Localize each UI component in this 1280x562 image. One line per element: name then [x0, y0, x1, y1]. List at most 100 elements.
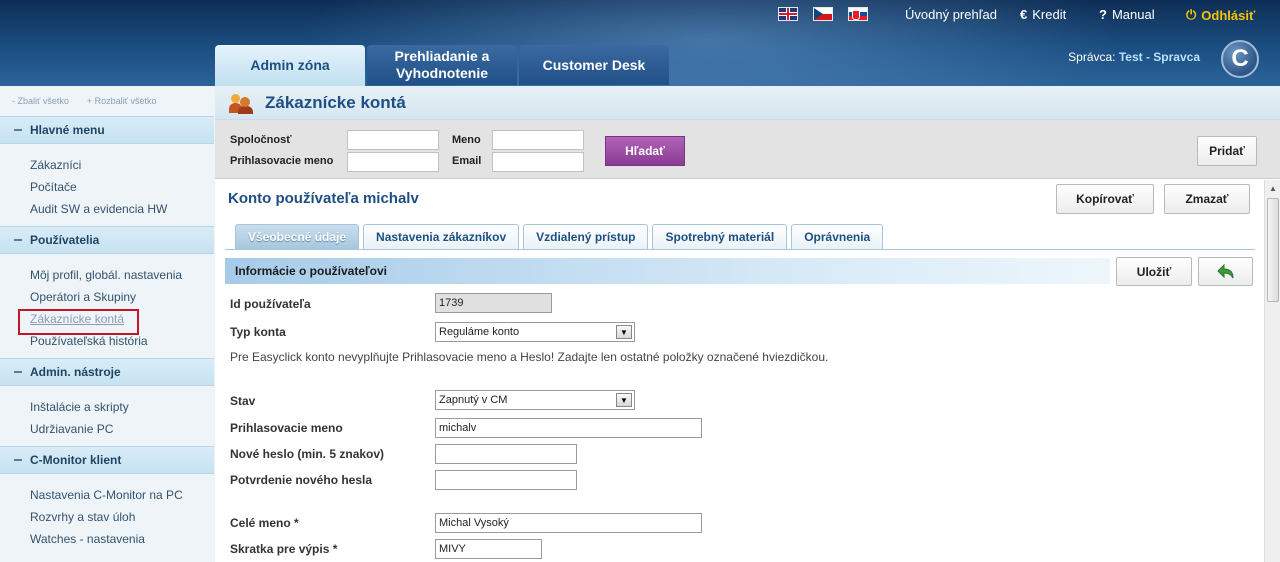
account-type-label: Typ konta [230, 325, 286, 339]
full-name-label: Celé meno * [230, 516, 299, 530]
overview-label: Úvodný prehľad [905, 7, 997, 22]
add-button[interactable]: Pridať [1197, 136, 1257, 166]
users-icon [229, 92, 253, 114]
copy-button[interactable]: Kopírovať [1056, 184, 1154, 214]
email-input[interactable] [492, 152, 584, 172]
user-id-label: Id používateľa [230, 297, 311, 311]
c-monitor-logo[interactable]: C [1221, 40, 1259, 78]
sidebar-item-pc-maintenance[interactable]: Udržiavanie PC [30, 418, 214, 440]
manual-label: Manual [1111, 7, 1155, 22]
account-title: Konto používateľa michalv [228, 190, 419, 207]
delete-button[interactable]: Zmazať [1164, 184, 1250, 214]
company-input[interactable] [347, 130, 439, 150]
sidebar-list-main-menu: Zákazníci Počítače Audit SW a evidencia … [0, 144, 214, 226]
sidebar-item-my-profile[interactable]: Môj profil, globál. nastavenia [30, 264, 214, 286]
back-button[interactable] [1198, 257, 1253, 286]
flag-uk-icon[interactable] [778, 7, 798, 21]
credit-label: Kredit [1032, 7, 1067, 22]
sidebar-item-computers[interactable]: Počítače [30, 176, 214, 198]
sidebar-item-customers[interactable]: Zákazníci [30, 154, 214, 176]
login-input[interactable]: michalv [435, 418, 702, 438]
confirm-password-input[interactable] [435, 470, 577, 490]
admin-label: Správca: [1068, 50, 1116, 64]
abbrev-input[interactable]: MIVY [435, 539, 542, 559]
collapse-all-link[interactable]: - Zbaliť všetko [12, 96, 69, 106]
status-select[interactable]: Zapnutý v CM ▼ [435, 390, 635, 410]
page-header: Zákaznícke kontá [215, 86, 1280, 120]
scroll-thumb[interactable] [1267, 198, 1279, 302]
sidebar-list-cmonitor: Nastavenia C-Monitor na PC Rozvrhy a sta… [0, 474, 214, 556]
subtab-customer-settings[interactable]: Nastavenia zákazníkov [363, 224, 520, 249]
status-value: Zapnutý v CM [439, 394, 508, 406]
sidebar-section-users[interactable]: Používatelia [0, 226, 214, 254]
sidebar-item-operators[interactable]: Operátori a Skupiny [30, 286, 214, 308]
search-button[interactable]: Hľadať [605, 136, 685, 166]
sidebar-item-audit[interactable]: Audit SW a evidencia HW [30, 198, 214, 220]
full-name-input[interactable]: Michal Vysoký [435, 513, 702, 533]
sidebar-section-label: Admin. nástroje [30, 365, 121, 379]
section-header: Informácie o používateľovi [225, 258, 1110, 284]
email-label: Email [452, 155, 482, 167]
page-title: Zákaznícke kontá [265, 92, 406, 112]
sidebar-section-label: Používatelia [30, 233, 100, 247]
tab-customer-desk[interactable]: Customer Desk [519, 45, 669, 85]
subtab-general[interactable]: Všeobecné údaje [235, 224, 360, 249]
status-label: Stav [230, 394, 256, 408]
logout-label: Odhlásiť [1201, 7, 1256, 23]
credit-link[interactable]: € Kredit [1020, 7, 1066, 22]
minus-icon [14, 239, 22, 241]
subtab-consumables[interactable]: Spotrebný materiál [652, 224, 788, 249]
chevron-down-icon: ▼ [616, 393, 632, 407]
scroll-up-icon[interactable]: ▲ [1265, 180, 1280, 196]
sidebar-section-label: C-Monitor klient [30, 453, 122, 467]
question-icon: ? [1099, 7, 1107, 22]
sidebar-section-main-menu[interactable]: Hlavné menu [0, 116, 214, 144]
scrollbar[interactable]: ▲ [1264, 180, 1280, 562]
login-search-input[interactable] [347, 152, 439, 172]
overview-link[interactable]: Úvodný prehľad [905, 7, 997, 22]
sidebar-item-cmonitor-settings[interactable]: Nastavenia C-Monitor na PC [30, 484, 214, 506]
account-type-select[interactable]: Reguláme konto ▼ [435, 322, 635, 342]
sidebar-section-label: Hlavné menu [30, 123, 105, 137]
minus-icon [14, 459, 22, 461]
user-id-field: 1739 [435, 293, 552, 313]
sidebar-item-installs[interactable]: Inštalácie a skripty [30, 396, 214, 418]
expand-all-link[interactable]: + Rozbaliť všetko [87, 96, 157, 106]
sidebar-section-cmonitor[interactable]: C-Monitor klient [0, 446, 214, 474]
sidebar-controls: - Zbaliť všetko + Rozbaliť všetko [0, 86, 214, 116]
company-label: Spoločnosť [230, 134, 292, 146]
main-content: Zákaznícke kontá Spoločnosť Prihlasovaci… [215, 86, 1280, 562]
flag-cz-icon[interactable] [813, 7, 833, 21]
name-input[interactable] [492, 130, 584, 150]
subtab-remote-access[interactable]: Vzdialený prístup [523, 224, 649, 249]
power-icon: ⏻ [1186, 7, 1197, 22]
euro-icon: € [1020, 7, 1028, 22]
sidebar-item-schedules[interactable]: Rozvrhy a stav úloh [30, 506, 214, 528]
admin-name[interactable]: Test - Spravca [1119, 50, 1200, 64]
subtab-bar: Všeobecné údaje Nastavenia zákazníkov Vz… [235, 224, 884, 249]
subtab-permissions[interactable]: Oprávnenia [791, 224, 884, 249]
tab-review-label: Prehliadanie a Vyhodnotenie [394, 48, 490, 81]
admin-info: Správca: Test - Spravca [1068, 50, 1200, 64]
section-title: Informácie o používateľovi [235, 264, 387, 278]
chevron-down-icon: ▼ [616, 325, 632, 339]
account-type-value: Reguláme konto [439, 326, 520, 338]
logout-link[interactable]: ⏻ Odhlásiť [1186, 7, 1255, 23]
new-password-input[interactable] [435, 444, 577, 464]
sidebar-item-customer-accounts[interactable]: Zákaznícke kontá [18, 308, 214, 335]
tab-customer-desk-label: Customer Desk [542, 56, 646, 73]
login-search-label: Prihlasovacie meno [230, 155, 334, 167]
sidebar: - Zbaliť všetko + Rozbaliť všetko Hlavné… [0, 86, 214, 562]
save-button[interactable]: Uložiť [1116, 257, 1192, 286]
sidebar-item-watches[interactable]: Watches - nastavenia [30, 528, 214, 550]
login-label: Prihlasovacie meno [230, 421, 343, 435]
tab-admin-zone[interactable]: Admin zóna [215, 45, 365, 86]
flag-sk-icon[interactable] [848, 7, 868, 21]
tab-review[interactable]: Prehliadanie a Vyhodnotenie [367, 45, 517, 85]
search-panel: Spoločnosť Prihlasovacie meno Meno Email [215, 120, 1280, 179]
sidebar-section-admin-tools[interactable]: Admin. nástroje [0, 358, 214, 386]
manual-link[interactable]: ? Manual [1099, 7, 1155, 22]
tab-divider [225, 249, 1255, 250]
sidebar-list-users: Môj profil, globál. nastavenia Operátori… [0, 254, 214, 358]
tab-admin-label: Admin zóna [250, 57, 330, 73]
